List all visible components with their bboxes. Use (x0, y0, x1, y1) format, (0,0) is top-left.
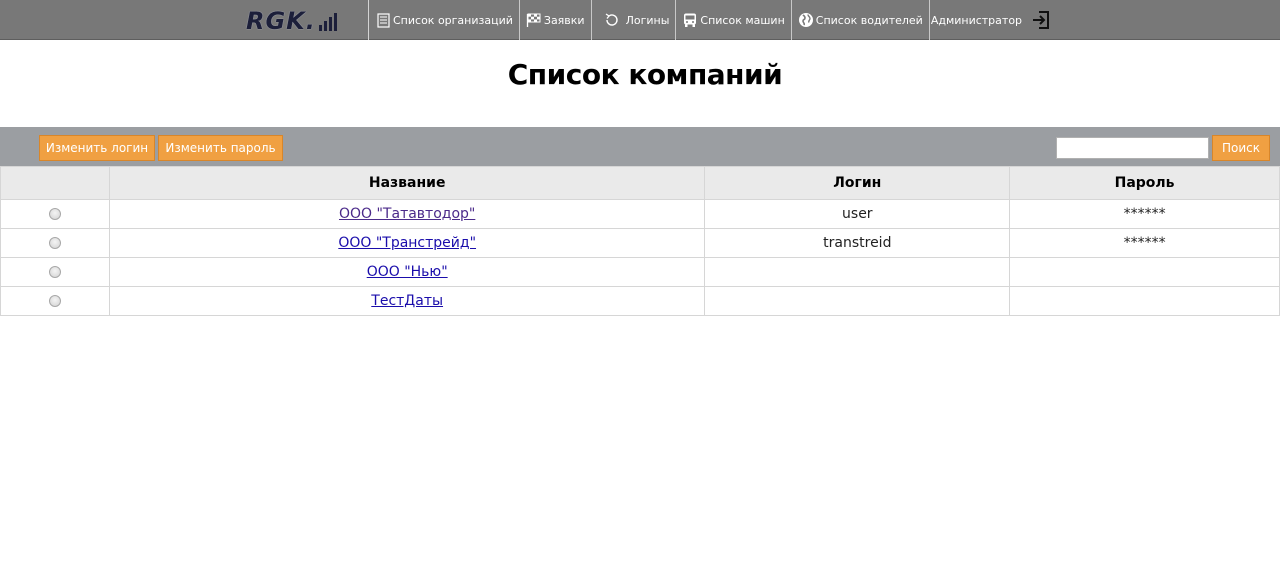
rgk-logo[interactable]: RGK. (246, 7, 366, 33)
name-cell: ТестДаты (108, 286, 706, 316)
select-cell (0, 286, 110, 316)
company-link[interactable]: ООО "Нью" (367, 264, 448, 280)
login-cell: transtreid (704, 228, 1011, 258)
refresh-icon (604, 12, 620, 28)
checkered-flag-icon (526, 12, 542, 28)
nav-label: Список организаций (393, 13, 513, 27)
search-button[interactable]: Поиск (1212, 135, 1270, 161)
company-link[interactable]: ООО "Транстрейд" (338, 235, 476, 251)
document-icon (375, 12, 391, 28)
select-cell (0, 228, 110, 258)
column-header-password[interactable]: Пароль (1009, 166, 1280, 200)
row-radio[interactable] (48, 266, 61, 278)
row-radio[interactable] (48, 237, 61, 249)
table-header-row: Название Логин Пароль (0, 166, 1280, 200)
search-input[interactable] (1056, 137, 1209, 159)
table-row[interactable]: ООО "Транстрейд" transtreid ****** (0, 228, 1280, 258)
select-cell (0, 199, 110, 229)
user-name: Администратор (930, 13, 1023, 27)
nav-label: Логины (625, 13, 670, 27)
nav-organizations[interactable]: Список организаций (368, 0, 519, 40)
select-cell (0, 257, 110, 287)
nav-requests[interactable]: Заявки (518, 0, 591, 40)
password-cell: ****** (1009, 228, 1280, 258)
current-user: Администратор (928, 0, 1051, 40)
company-link[interactable]: ТестДаты (371, 293, 443, 309)
bus-icon (682, 12, 698, 28)
password-cell (1009, 286, 1280, 316)
signal-bars-icon (318, 13, 337, 31)
top-navigation-bar: RGK. Список организаций Заявки Логины Сп… (0, 0, 1280, 40)
nav-logins[interactable]: Логины (590, 0, 676, 40)
password-cell: ****** (1009, 199, 1280, 229)
table-row[interactable]: ТестДаты (0, 286, 1280, 316)
table-row[interactable]: ООО "Татавтодор" user ****** (0, 199, 1280, 229)
nav-vehicles[interactable]: Список машин (675, 0, 790, 40)
table-row[interactable]: ООО "Нью" (0, 257, 1280, 287)
change-password-button[interactable]: Изменить пароль (158, 135, 283, 161)
main-nav: Список организаций Заявки Логины Список … (368, 0, 1051, 40)
login-cell (704, 286, 1011, 316)
toolbar: Изменить логин Изменить пароль Поиск (0, 127, 1280, 166)
row-radio[interactable] (48, 208, 61, 220)
login-cell: user (704, 199, 1011, 229)
password-cell (1009, 257, 1280, 287)
logout-icon[interactable] (1031, 10, 1051, 30)
companies-table: Название Логин Пароль ООО "Татавтодор" u… (0, 166, 1280, 316)
nav-label: Список машин (700, 13, 785, 27)
login-cell (704, 257, 1011, 287)
row-radio[interactable] (48, 295, 61, 307)
name-cell: ООО "Транстрейд" (108, 228, 706, 258)
name-cell: ООО "Нью" (108, 257, 706, 287)
nav-label: Заявки (543, 13, 585, 27)
column-header-name[interactable]: Название (108, 166, 706, 200)
column-header-login[interactable]: Логин (704, 166, 1011, 200)
logo-text: RGK. (246, 7, 316, 35)
change-login-button[interactable]: Изменить логин (39, 135, 155, 161)
name-cell: ООО "Татавтодор" (108, 199, 706, 229)
company-link[interactable]: ООО "Татавтодор" (339, 206, 475, 222)
page-title: Список компаний (507, 58, 783, 91)
nav-label: Список водителей (815, 13, 923, 27)
column-header-select (0, 166, 110, 200)
globe-icon (798, 12, 814, 28)
nav-drivers[interactable]: Список водителей (790, 0, 929, 40)
